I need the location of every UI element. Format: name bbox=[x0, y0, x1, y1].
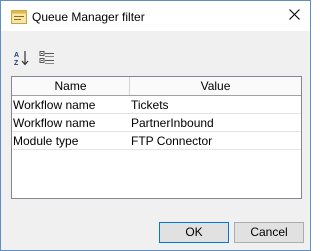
grid-row[interactable]: Module type FTP Connector bbox=[12, 132, 301, 150]
categorize-icon bbox=[39, 50, 55, 69]
row-name: Workflow name bbox=[13, 116, 96, 130]
row-name: Module type bbox=[13, 134, 79, 148]
row-value: FTP Connector bbox=[131, 134, 213, 148]
close-button[interactable] bbox=[278, 1, 310, 31]
row-value: PartnerInbound bbox=[131, 116, 214, 130]
categorized-view-button[interactable] bbox=[38, 50, 56, 68]
sort-alphabetical-button[interactable]: A Z bbox=[13, 50, 31, 68]
svg-text:Z: Z bbox=[14, 60, 19, 66]
filter-grid: Name Value Workflow name Tickets Workflo… bbox=[11, 76, 302, 199]
row-name: Workflow name bbox=[13, 98, 96, 112]
svg-text:A: A bbox=[14, 52, 19, 59]
column-header-name[interactable]: Name bbox=[12, 77, 130, 95]
window-icon bbox=[11, 10, 27, 24]
grid-row[interactable]: Workflow name PartnerInbound bbox=[12, 114, 301, 132]
column-header-value[interactable]: Value bbox=[130, 77, 301, 95]
queue-manager-filter-dialog: Queue Manager filter A Z Name Value Work… bbox=[0, 0, 311, 251]
ok-button[interactable]: OK bbox=[159, 222, 229, 243]
cancel-button[interactable]: Cancel bbox=[234, 222, 304, 243]
window-title: Queue Manager filter bbox=[32, 10, 145, 24]
sort-az-icon: A Z bbox=[14, 50, 30, 69]
row-value: Tickets bbox=[131, 98, 169, 112]
grid-header: Name Value bbox=[12, 77, 301, 96]
dialog-footer: OK Cancel bbox=[1, 213, 310, 250]
close-icon bbox=[288, 9, 300, 23]
title-bar: Queue Manager filter bbox=[1, 1, 310, 31]
grid-row[interactable]: Workflow name Tickets bbox=[12, 96, 301, 114]
